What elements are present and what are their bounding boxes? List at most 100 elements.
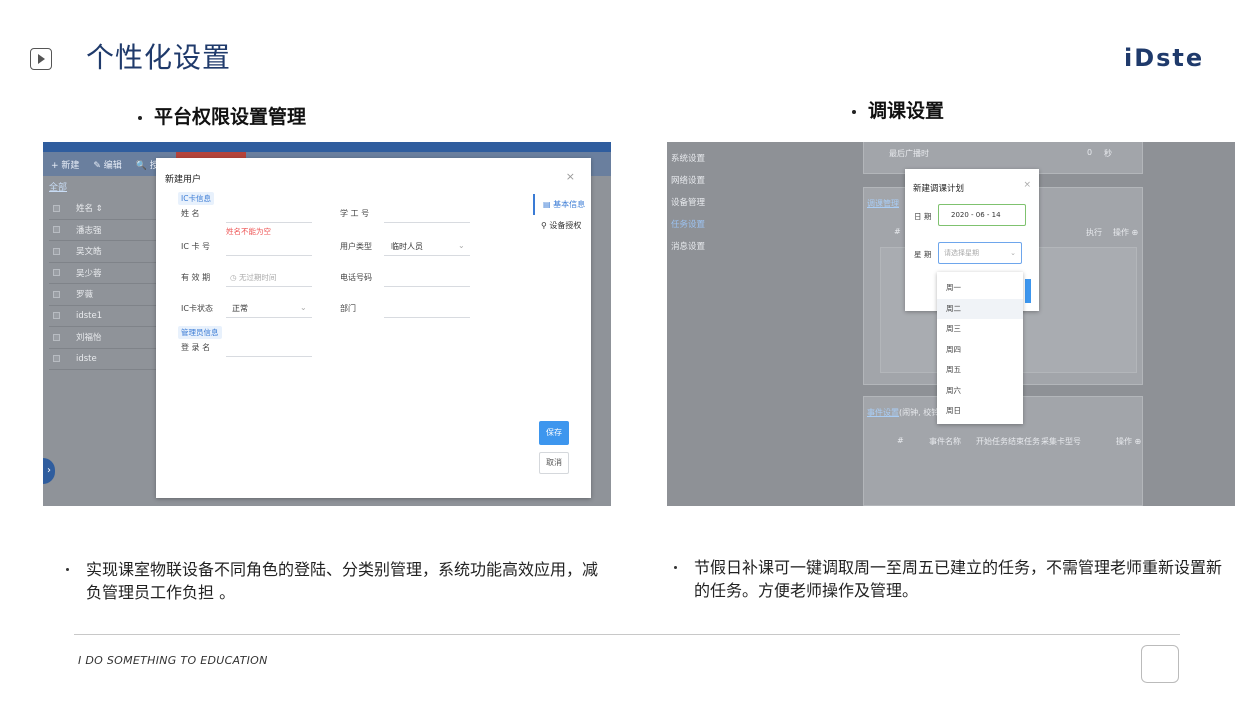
event-col: 开始任务 xyxy=(976,437,1008,446)
table-row[interactable]: 潘志强 xyxy=(49,220,159,241)
table-row[interactable]: 刘福怡 xyxy=(49,327,159,349)
new-user-dialog: 新建用户 × IC卡信息 姓 名 姓名不能为空 学 工 号 IC 卡 号 用户类… xyxy=(156,158,591,498)
reschedule-link[interactable]: 调课管理 xyxy=(867,198,899,209)
event-col: 事件名称 xyxy=(929,437,961,446)
bullet-icon xyxy=(66,568,69,571)
nav-label: 基本信息 xyxy=(553,200,586,209)
checkbox[interactable] xyxy=(53,269,60,277)
checkbox[interactable] xyxy=(53,226,60,234)
user-type-select[interactable]: 临时人员 xyxy=(391,241,423,252)
menu-item[interactable]: 设备管理 xyxy=(671,192,705,214)
weekday-option[interactable]: 周一 xyxy=(937,278,1023,299)
confirm-button-edge[interactable] xyxy=(1025,279,1031,303)
weekday-option[interactable]: 周四 xyxy=(937,340,1023,361)
play-icon[interactable] xyxy=(30,48,52,70)
chevron-down-icon: ⌄ xyxy=(458,241,465,250)
col-op[interactable]: 操作 ⊕ xyxy=(1113,227,1138,238)
checkbox[interactable] xyxy=(53,247,60,255)
table-row[interactable]: idste xyxy=(49,349,159,370)
name-error: 姓名不能为空 xyxy=(226,227,271,236)
key-icon: ⚲ xyxy=(541,221,547,230)
login-label: 登 录 名 xyxy=(181,343,211,352)
date-value: 2020 - 06 - 14 xyxy=(951,211,1001,219)
table-row[interactable]: 吴少蓉 xyxy=(49,263,159,284)
nav-label: 设备授权 xyxy=(549,221,582,230)
broadcast-unit: 秒 xyxy=(1104,149,1112,158)
card-no-input[interactable] xyxy=(226,255,312,256)
table-header: 姓名 ⇕ xyxy=(49,198,159,220)
reschedule-screenshot: 系统设置 网络设置 设备管理 任务设置 消息设置 最后广播时 0 秒 调课管理 … xyxy=(667,142,1235,506)
checkbox[interactable] xyxy=(53,204,60,212)
menu-item[interactable]: 网络设置 xyxy=(671,170,705,192)
checkbox[interactable] xyxy=(53,333,60,341)
checkbox[interactable] xyxy=(53,355,60,363)
section-tag-admin: 管理员信息 xyxy=(178,326,222,339)
col-exec: 执行 xyxy=(1086,228,1102,237)
dept-label: 部门 xyxy=(340,304,356,313)
week-select[interactable]: 请选择星期 ⌄ xyxy=(938,242,1022,264)
document-icon: ▤ xyxy=(543,200,551,209)
chevron-down-icon: ⌄ xyxy=(300,303,307,312)
section-title-text: 平台权限设置管理 xyxy=(154,106,307,128)
table-row[interactable]: idste1 xyxy=(49,306,159,327)
event-link[interactable]: 事件设置 xyxy=(867,407,899,418)
checkbox[interactable] xyxy=(53,312,60,320)
new-button[interactable]: + 新建 xyxy=(51,158,79,171)
staff-id-label: 学 工 号 xyxy=(340,209,370,218)
phone-input[interactable] xyxy=(384,286,470,287)
checkbox[interactable] xyxy=(53,290,60,298)
menu-item[interactable]: 系统设置 xyxy=(671,148,705,170)
dept-input[interactable] xyxy=(384,317,470,318)
save-button[interactable]: 保存 xyxy=(539,421,569,445)
dialog-side-nav: ▤ 基本信息 ⚲ 设备授权 xyxy=(533,194,593,236)
section-tag-ic-card: IC卡信息 xyxy=(178,192,214,205)
table-row[interactable]: 罗薇 xyxy=(49,284,159,306)
row-name: 罗薇 xyxy=(76,290,94,301)
date-picker[interactable]: 2020 - 06 - 14 xyxy=(938,204,1026,226)
settings-menu: 系统设置 网络设置 设备管理 任务设置 消息设置 xyxy=(671,148,705,258)
expand-sidebar-icon[interactable]: › xyxy=(43,458,55,484)
footer-tagline: I DO SOMETHING TO EDUCATION xyxy=(78,654,268,667)
weekday-option[interactable]: 周五 xyxy=(937,360,1023,381)
validity-input[interactable]: ◷ 无过期时间 xyxy=(230,272,276,283)
user-type-underline xyxy=(384,255,470,256)
row-name: 潘志强 xyxy=(76,225,102,236)
close-icon[interactable]: × xyxy=(566,170,575,183)
col-hash: # xyxy=(894,227,901,236)
dialog-title: 新建调课计划 xyxy=(913,184,965,194)
menu-item[interactable]: 消息设置 xyxy=(671,236,705,258)
staff-id-input[interactable] xyxy=(384,222,470,223)
row-name: idste1 xyxy=(76,310,103,321)
page-nav-box[interactable] xyxy=(1141,645,1179,683)
bullet-icon xyxy=(852,110,856,114)
page-title: 个性化设置 xyxy=(86,41,232,74)
edit-button[interactable]: ✎ 编辑 xyxy=(93,158,121,171)
bullet-icon xyxy=(674,566,677,569)
weekday-option[interactable]: 周二 xyxy=(937,298,1023,319)
nav-device-auth[interactable]: ⚲ 设备授权 xyxy=(533,215,593,236)
nav-basic-info[interactable]: ▤ 基本信息 xyxy=(533,194,593,215)
event-col-op[interactable]: 操作 ⊕ xyxy=(1116,436,1141,447)
cancel-button[interactable]: 取消 xyxy=(539,452,569,474)
close-icon[interactable]: × xyxy=(1023,180,1031,190)
login-input[interactable] xyxy=(226,356,312,357)
event-col: # xyxy=(897,436,904,445)
name-input[interactable] xyxy=(226,222,312,223)
weekday-option[interactable]: 周三 xyxy=(937,319,1023,340)
row-name: 吴文皓 xyxy=(76,247,102,258)
weekday-option[interactable]: 周六 xyxy=(937,381,1023,402)
event-note: (闹钟, 校铃, xyxy=(899,408,942,417)
idste-logo: iDste xyxy=(1124,44,1205,72)
permissions-screenshot: + 新建 ✎ 编辑 🔍 授权 全部 姓名 ⇕ 潘志强 吴文皓 吴少蓉 罗薇 id… xyxy=(43,142,611,506)
card-status-select[interactable]: 正常 xyxy=(232,303,248,314)
app-topbar xyxy=(43,142,611,152)
event-col: 结束任务 xyxy=(1008,437,1040,446)
table-row[interactable]: 吴文皓 xyxy=(49,241,159,263)
tab-all[interactable]: 全部 xyxy=(49,180,67,193)
weekday-option[interactable]: 周日 xyxy=(937,401,1023,422)
broadcast-label: 最后广播时 xyxy=(889,149,929,158)
column-name[interactable]: 姓名 ⇕ xyxy=(76,202,103,214)
section-title-reschedule: 调课设置 xyxy=(852,96,944,123)
menu-item-active[interactable]: 任务设置 xyxy=(671,214,705,236)
phone-label: 电话号码 xyxy=(340,273,372,282)
